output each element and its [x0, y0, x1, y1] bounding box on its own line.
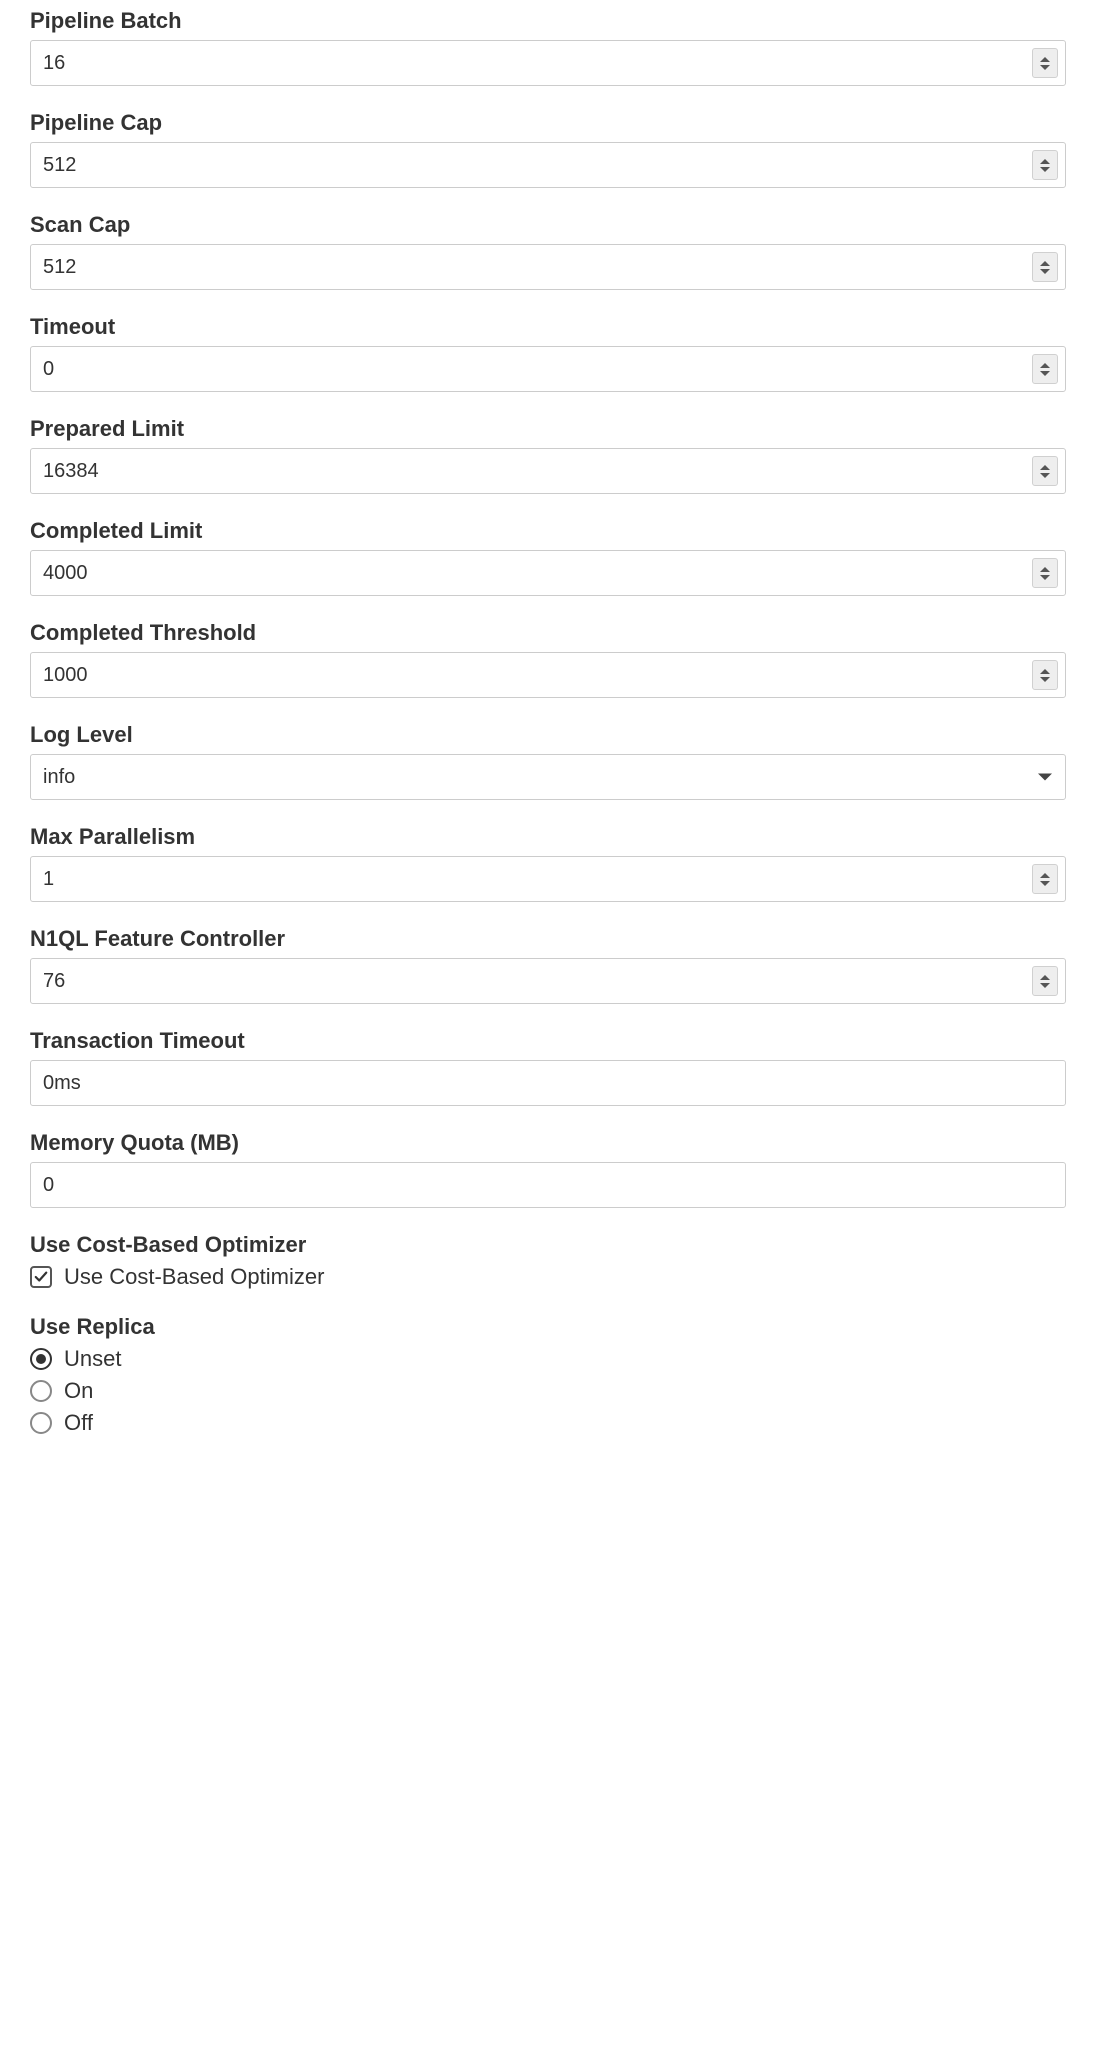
label-pipeline-cap: Pipeline Cap: [30, 110, 1066, 136]
chevron-down-icon: [1040, 575, 1050, 580]
chevron-up-icon: [1040, 261, 1050, 266]
input-completed-threshold[interactable]: [30, 652, 1066, 698]
input-wrap-completed-limit: [30, 550, 1066, 596]
chevron-up-icon: [1040, 159, 1050, 164]
field-log-level: Log Level: [30, 722, 1066, 800]
checkbox-use-cbo[interactable]: [30, 1266, 52, 1288]
radio-circle-icon: [30, 1380, 52, 1402]
label-timeout: Timeout: [30, 314, 1066, 340]
check-icon: [34, 1270, 48, 1284]
field-prepared-limit: Prepared Limit: [30, 416, 1066, 494]
input-wrap-scan-cap: [30, 244, 1066, 290]
radio-circle-icon: [30, 1412, 52, 1434]
chevron-up-icon: [1040, 465, 1050, 470]
chevron-down-icon: [1040, 371, 1050, 376]
chevron-down-icon: [1040, 983, 1050, 988]
field-completed-threshold: Completed Threshold: [30, 620, 1066, 698]
radio-group-use-replica: Unset On Off: [30, 1346, 1066, 1436]
radio-label-unset: Unset: [64, 1346, 121, 1372]
spinner-max-parallelism[interactable]: [1032, 864, 1058, 894]
input-scan-cap[interactable]: [30, 244, 1066, 290]
spinner-timeout[interactable]: [1032, 354, 1058, 384]
input-wrap-pipeline-batch: [30, 40, 1066, 86]
input-feature-controller[interactable]: [30, 958, 1066, 1004]
label-log-level: Log Level: [30, 722, 1066, 748]
spinner-prepared-limit[interactable]: [1032, 456, 1058, 486]
label-completed-limit: Completed Limit: [30, 518, 1066, 544]
label-completed-threshold: Completed Threshold: [30, 620, 1066, 646]
checkbox-row-use-cbo[interactable]: Use Cost-Based Optimizer: [30, 1264, 1066, 1290]
chevron-down-icon: [1040, 881, 1050, 886]
field-pipeline-cap: Pipeline Cap: [30, 110, 1066, 188]
input-max-parallelism[interactable]: [30, 856, 1066, 902]
input-pipeline-batch[interactable]: [30, 40, 1066, 86]
label-feature-controller: N1QL Feature Controller: [30, 926, 1066, 952]
radio-use-replica-on[interactable]: On: [30, 1378, 1066, 1404]
label-use-replica: Use Replica: [30, 1314, 1066, 1340]
chevron-up-icon: [1040, 567, 1050, 572]
radio-use-replica-off[interactable]: Off: [30, 1410, 1066, 1436]
field-scan-cap: Scan Cap: [30, 212, 1066, 290]
field-use-replica: Use Replica Unset On Off: [30, 1314, 1066, 1436]
checkbox-label-use-cbo: Use Cost-Based Optimizer: [64, 1264, 324, 1290]
input-wrap-prepared-limit: [30, 448, 1066, 494]
chevron-up-icon: [1040, 975, 1050, 980]
input-pipeline-cap[interactable]: [30, 142, 1066, 188]
input-wrap-max-parallelism: [30, 856, 1066, 902]
chevron-down-icon: [1040, 65, 1050, 70]
field-use-cbo: Use Cost-Based Optimizer Use Cost-Based …: [30, 1232, 1066, 1290]
spinner-pipeline-batch[interactable]: [1032, 48, 1058, 78]
spinner-feature-controller[interactable]: [1032, 966, 1058, 996]
label-scan-cap: Scan Cap: [30, 212, 1066, 238]
field-memory-quota: Memory Quota (MB): [30, 1130, 1066, 1208]
input-memory-quota[interactable]: [30, 1162, 1066, 1208]
spinner-scan-cap[interactable]: [1032, 252, 1058, 282]
spinner-completed-limit[interactable]: [1032, 558, 1058, 588]
label-tx-timeout: Transaction Timeout: [30, 1028, 1066, 1054]
field-completed-limit: Completed Limit: [30, 518, 1066, 596]
chevron-down-icon: [1040, 677, 1050, 682]
spinner-pipeline-cap[interactable]: [1032, 150, 1058, 180]
radio-circle-icon: [30, 1348, 52, 1370]
radio-dot-icon: [36, 1354, 46, 1364]
chevron-up-icon: [1040, 873, 1050, 878]
input-tx-timeout[interactable]: [30, 1060, 1066, 1106]
field-pipeline-batch: Pipeline Batch: [30, 8, 1066, 86]
select-wrap-log-level[interactable]: [30, 754, 1066, 800]
label-use-cbo: Use Cost-Based Optimizer: [30, 1232, 1066, 1258]
input-wrap-pipeline-cap: [30, 142, 1066, 188]
spinner-completed-threshold[interactable]: [1032, 660, 1058, 690]
label-max-parallelism: Max Parallelism: [30, 824, 1066, 850]
radio-label-off: Off: [64, 1410, 93, 1436]
field-tx-timeout: Transaction Timeout: [30, 1028, 1066, 1106]
input-wrap-completed-threshold: [30, 652, 1066, 698]
radio-use-replica-unset[interactable]: Unset: [30, 1346, 1066, 1372]
label-prepared-limit: Prepared Limit: [30, 416, 1066, 442]
chevron-up-icon: [1040, 669, 1050, 674]
input-wrap-feature-controller: [30, 958, 1066, 1004]
settings-form: Pipeline Batch Pipeline Cap Scan Cap: [0, 0, 1096, 1472]
input-wrap-tx-timeout: [30, 1060, 1066, 1106]
field-max-parallelism: Max Parallelism: [30, 824, 1066, 902]
chevron-down-icon: [1040, 473, 1050, 478]
input-wrap-timeout: [30, 346, 1066, 392]
input-timeout[interactable]: [30, 346, 1066, 392]
chevron-down-icon: [1040, 269, 1050, 274]
select-log-level[interactable]: [30, 754, 1066, 800]
field-timeout: Timeout: [30, 314, 1066, 392]
chevron-down-icon: [1040, 167, 1050, 172]
input-completed-limit[interactable]: [30, 550, 1066, 596]
label-memory-quota: Memory Quota (MB): [30, 1130, 1066, 1156]
field-feature-controller: N1QL Feature Controller: [30, 926, 1066, 1004]
label-pipeline-batch: Pipeline Batch: [30, 8, 1066, 34]
input-wrap-memory-quota: [30, 1162, 1066, 1208]
radio-label-on: On: [64, 1378, 93, 1404]
chevron-up-icon: [1040, 57, 1050, 62]
input-prepared-limit[interactable]: [30, 448, 1066, 494]
chevron-up-icon: [1040, 363, 1050, 368]
